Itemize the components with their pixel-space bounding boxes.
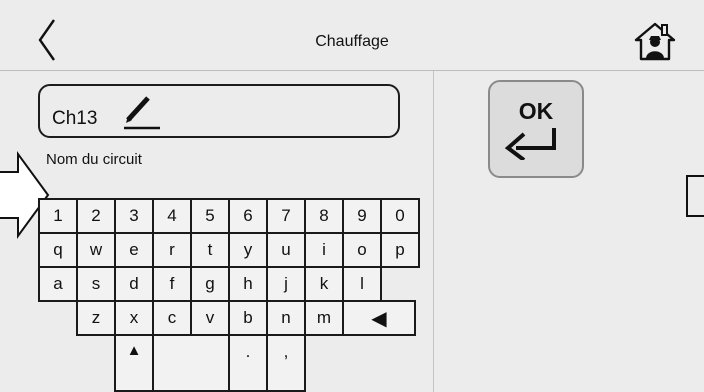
- key-l[interactable]: l: [342, 266, 382, 302]
- key-u[interactable]: u: [266, 232, 306, 268]
- key-h[interactable]: h: [228, 266, 268, 302]
- key-p[interactable]: p: [380, 232, 420, 268]
- key-8[interactable]: 8: [304, 198, 344, 234]
- key-c[interactable]: c: [152, 300, 192, 336]
- key-x[interactable]: x: [114, 300, 154, 336]
- key-1[interactable]: 1: [38, 198, 78, 234]
- key-w[interactable]: w: [76, 232, 116, 268]
- key-e[interactable]: e: [114, 232, 154, 268]
- key-k[interactable]: k: [304, 266, 344, 302]
- key-0[interactable]: 0: [380, 198, 420, 234]
- key-o[interactable]: o: [342, 232, 382, 268]
- key-4[interactable]: 4: [152, 198, 192, 234]
- key-g[interactable]: g: [190, 266, 230, 302]
- key-s[interactable]: s: [76, 266, 116, 302]
- shift-key[interactable]: ▲: [114, 334, 154, 392]
- key-y[interactable]: y: [228, 232, 268, 268]
- key-6[interactable]: 6: [228, 198, 268, 234]
- key-n[interactable]: n: [266, 300, 306, 336]
- key-d[interactable]: d: [114, 266, 154, 302]
- key-z[interactable]: z: [76, 300, 116, 336]
- key-7[interactable]: 7: [266, 198, 306, 234]
- key-q[interactable]: q: [38, 232, 78, 268]
- backspace-key[interactable]: ◀: [342, 300, 416, 336]
- key-a[interactable]: a: [38, 266, 78, 302]
- keyboard: 1 2 3 4 5 6 7 8 9 0 q w e r t y u i o p a s d f g h j k l z x c v b n m ◀ ▲.,: [0, 0, 704, 392]
- key-i[interactable]: i: [304, 232, 344, 268]
- key-9[interactable]: 9: [342, 198, 382, 234]
- key-t[interactable]: t: [190, 232, 230, 268]
- key-b[interactable]: b: [228, 300, 268, 336]
- key-f[interactable]: f: [152, 266, 192, 302]
- key-2[interactable]: 2: [76, 198, 116, 234]
- key-j[interactable]: j: [266, 266, 306, 302]
- key-v[interactable]: v: [190, 300, 230, 336]
- key-m[interactable]: m: [304, 300, 344, 336]
- key-comma[interactable]: ,: [266, 334, 306, 392]
- key-5[interactable]: 5: [190, 198, 230, 234]
- key-3[interactable]: 3: [114, 198, 154, 234]
- key-r[interactable]: r: [152, 232, 192, 268]
- space-key[interactable]: [152, 334, 230, 392]
- key-period[interactable]: .: [228, 334, 268, 392]
